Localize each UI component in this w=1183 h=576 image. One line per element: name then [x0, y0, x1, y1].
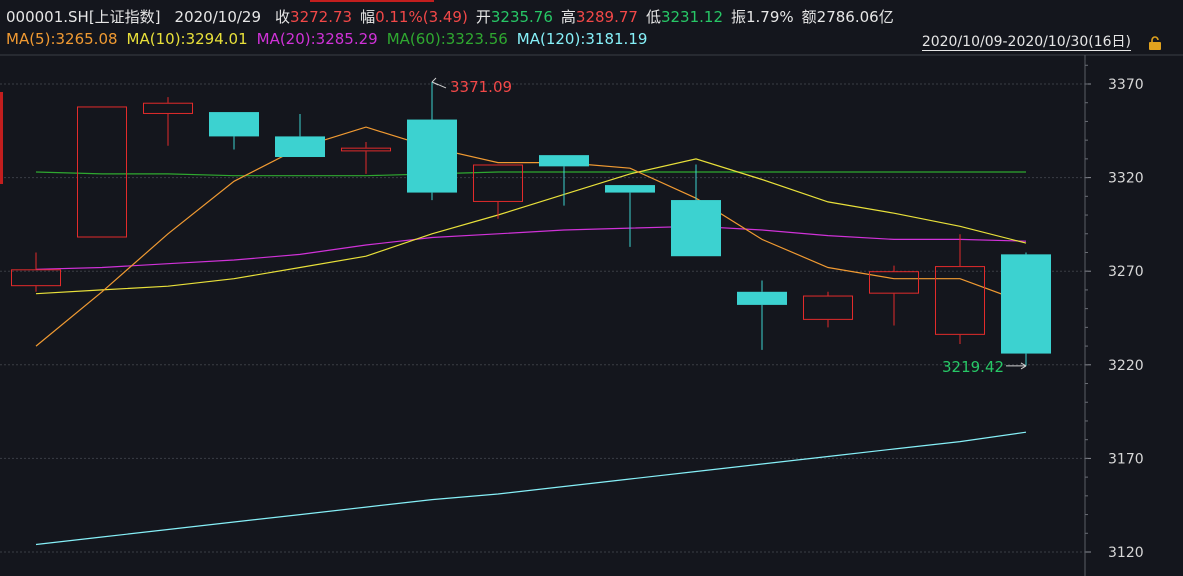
candle-body — [605, 185, 655, 193]
ma5-legend: MA(5):3265.08 — [6, 30, 118, 48]
candle-body — [341, 147, 391, 152]
candle-body — [11, 269, 61, 287]
y-tick-label: 3370 — [1108, 77, 1144, 93]
amplitude-value: 1.79% — [746, 8, 794, 26]
low-value: 3231.12 — [660, 8, 723, 26]
date-range-selector[interactable]: 2020/10/09-2020/10/30(16日) — [921, 34, 1131, 51]
amount-label: 额 — [801, 8, 817, 26]
change-label: 幅 — [360, 8, 376, 26]
low-pointer-arrow — [1006, 362, 1027, 370]
y-tick-label: 3170 — [1108, 451, 1144, 467]
index-code: 000001.SH[上证指数] — [6, 8, 161, 26]
low-label: 低 — [645, 8, 661, 26]
amplitude-label: 振 — [730, 8, 746, 26]
ma10-legend: MA(10):3294.01 — [126, 30, 248, 48]
kline-chart[interactable]: 3370 3320 3270 3220 3170 3120 3371.09 3219.42 — [0, 0, 1183, 576]
candle-body — [869, 271, 919, 294]
ma120-line — [35, 431, 1027, 546]
candle-body — [473, 164, 523, 202]
high-value: 3289.77 — [575, 8, 638, 26]
high-label: 高 — [560, 8, 576, 26]
close-label: 收 — [275, 8, 291, 26]
amount-value: 2786.06亿 — [816, 8, 894, 26]
ma20-line — [35, 225, 1027, 270]
ma10-line — [35, 158, 1027, 295]
left-edge-marker — [0, 92, 3, 184]
candle-body — [209, 112, 259, 137]
candle-body — [803, 295, 853, 320]
ma120-legend: MA(120):3181.19 — [516, 30, 648, 48]
candle-body — [737, 291, 787, 305]
candle-body — [1001, 254, 1051, 354]
quote-date: 2020/10/29 — [174, 8, 262, 26]
quote-header: 000001.SH[上证指数] 2020/10/29 收3272.73 幅0.11%(… — [6, 6, 894, 28]
change-value: 0.11%(3.49) — [375, 8, 468, 26]
ma60-legend: MA(60):3323.56 — [386, 30, 508, 48]
ma-legend: MA(5):3265.08 MA(10):3294.01 MA(20):3285.2… — [6, 30, 656, 50]
close-value: 3272.73 — [290, 8, 353, 26]
candle-body — [539, 155, 589, 167]
candle-body — [143, 102, 193, 114]
top-edge-marker — [310, 0, 434, 2]
candle-body — [935, 266, 985, 335]
ma60-line — [35, 171, 1026, 177]
high-price-label: 3371.09 — [450, 78, 512, 96]
high-pointer-arrow — [431, 77, 447, 89]
candle-body — [671, 200, 721, 257]
open-value: 3235.76 — [490, 8, 553, 26]
lock-icon[interactable] — [1147, 36, 1163, 50]
candle-body — [407, 119, 457, 193]
candle-body — [275, 136, 325, 158]
y-tick-label: 3270 — [1108, 264, 1144, 280]
ma5-line — [35, 126, 1027, 347]
y-tick-label: 3120 — [1108, 545, 1144, 561]
candle-body — [77, 106, 127, 238]
low-price-label: 3219.42 — [942, 358, 1004, 376]
y-tick-label: 3320 — [1108, 171, 1144, 187]
open-label: 开 — [475, 8, 491, 26]
y-tick-label: 3220 — [1108, 358, 1144, 374]
ma20-legend: MA(20):3285.29 — [256, 30, 378, 48]
